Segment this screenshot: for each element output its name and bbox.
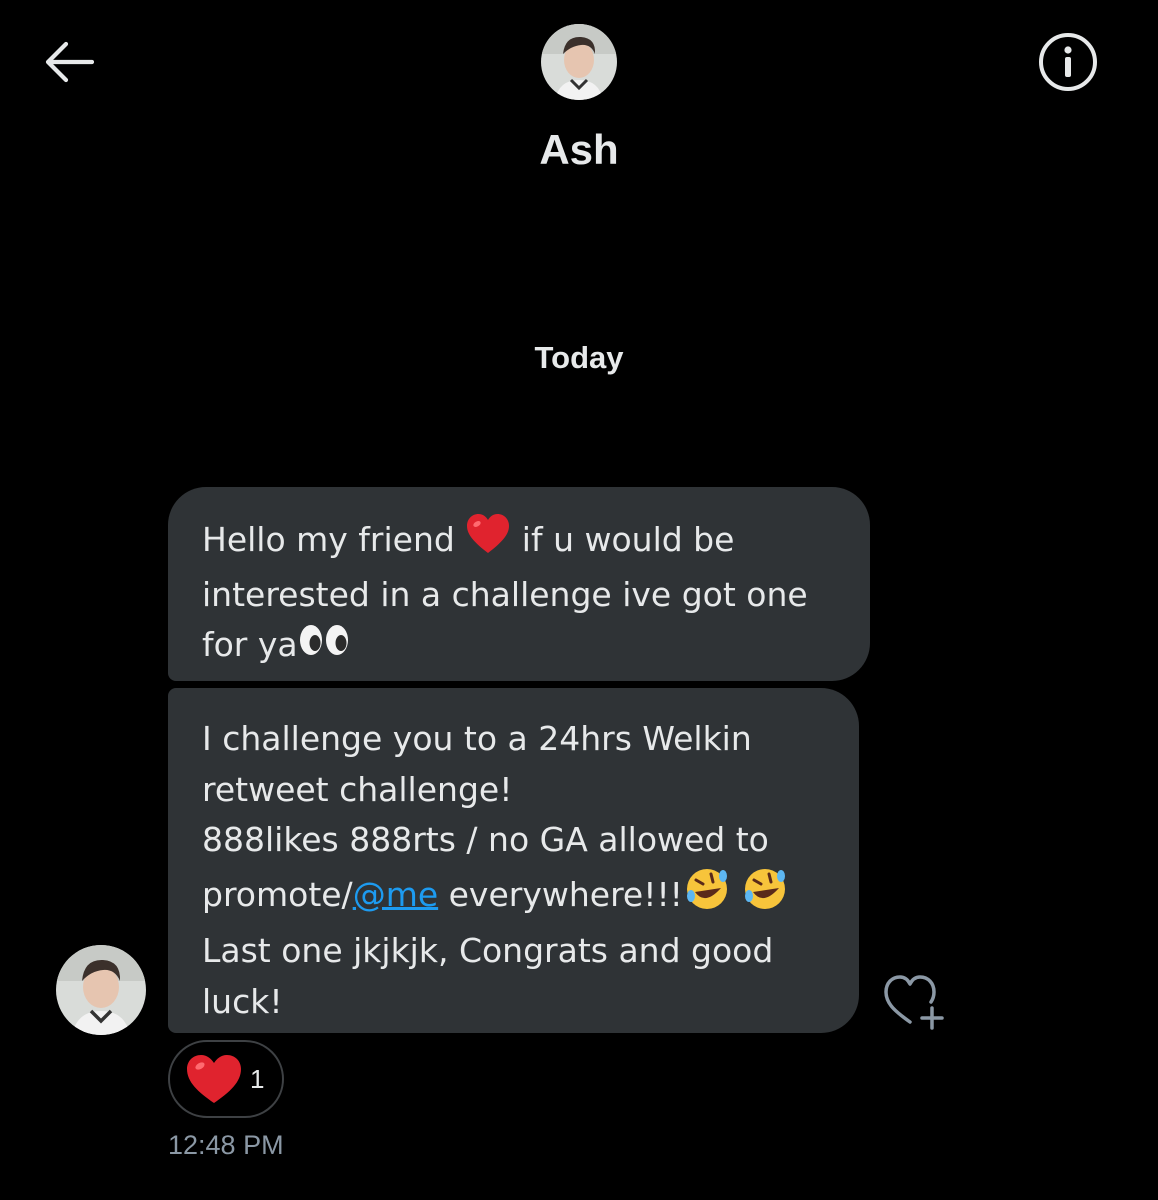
- info-circle-icon: [1039, 33, 1097, 91]
- conversation-info-button[interactable]: [1036, 30, 1100, 94]
- message-text: for ya: [202, 625, 298, 664]
- date-divider: Today: [534, 340, 624, 375]
- message-text: Last one jkjkjk, Congrats and good: [202, 931, 774, 970]
- red-heart-emoji: [465, 513, 511, 570]
- message-bubble[interactable]: I challenge you to a 24hrs Welkin retwee…: [168, 688, 859, 1033]
- contact-avatar[interactable]: [541, 24, 617, 100]
- heart-plus-icon: [884, 975, 944, 1030]
- message-text: luck!: [202, 981, 283, 1021]
- add-reaction-button[interactable]: [880, 970, 948, 1032]
- sender-avatar[interactable]: [56, 945, 146, 1035]
- arrow-left-icon: [45, 41, 94, 83]
- rolling-on-floor-laughing-emoji: [683, 866, 731, 927]
- message-text: if u would be: [511, 519, 735, 559]
- message-text: 888likes 888rts / no GA allowed to: [202, 820, 769, 859]
- message-timestamp: 12:48 PM: [168, 1130, 284, 1160]
- rolling-on-floor-laughing-emoji: [741, 866, 789, 927]
- reaction-pill[interactable]: 1: [168, 1040, 284, 1118]
- avatar-photo: [541, 24, 617, 100]
- mention-link[interactable]: @me: [353, 874, 438, 913]
- back-button[interactable]: [40, 36, 96, 88]
- conversation-header: Ash: [0, 0, 1158, 205]
- eyes-emoji: [298, 621, 352, 672]
- message-text: retweet challenge!: [202, 769, 513, 809]
- message-text: promote/: [202, 874, 353, 914]
- message-bubble[interactable]: Hello my friend if u would be interested…: [168, 487, 870, 681]
- avatar-photo: [56, 945, 146, 1035]
- message-text: I challenge you to a 24hrs Welkin: [202, 719, 752, 758]
- message-text: interested in a challenge ive got one: [202, 574, 808, 614]
- reaction-count: 1: [250, 1063, 265, 1094]
- red-heart-icon: [187, 1055, 241, 1103]
- message-text: everywhere!!!: [438, 874, 683, 914]
- message-text: Hello my friend: [202, 519, 466, 559]
- contact-name[interactable]: Ash: [0, 126, 1158, 174]
